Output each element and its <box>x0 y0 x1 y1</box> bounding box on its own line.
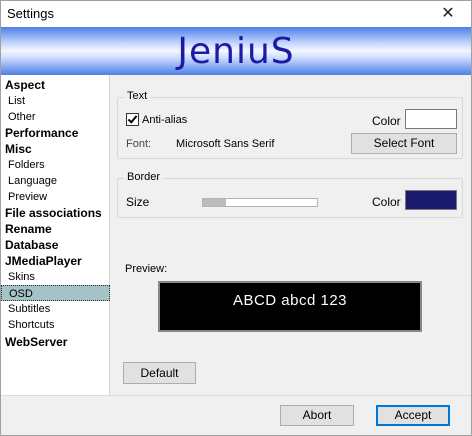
sidebar-item-subtitles[interactable]: Subtitles <box>1 301 110 317</box>
text-color-swatch[interactable] <box>405 109 457 129</box>
sidebar-item-skins[interactable]: Skins <box>1 269 110 285</box>
accept-button[interactable]: Accept <box>376 405 450 426</box>
sidebar-item-misc[interactable]: Misc <box>1 141 110 157</box>
select-font-button[interactable]: Select Font <box>351 133 457 154</box>
accept-button-label: Accept <box>394 408 432 422</box>
default-button[interactable]: Default <box>123 362 196 384</box>
preview-sample-text: ABCD abcd 123 <box>232 292 348 309</box>
select-font-label: Select Font <box>373 136 435 150</box>
sidebar-item-webserver[interactable]: WebServer <box>1 334 110 350</box>
border-color-swatch[interactable] <box>405 190 457 210</box>
osd-preview: ABCD abcd 123 <box>158 281 422 332</box>
sidebar-item-performance[interactable]: Performance <box>1 125 110 141</box>
text-color-label: Color <box>372 114 401 128</box>
border-group-title: Border <box>124 171 164 183</box>
sidebar-item-language[interactable]: Language <box>1 173 110 189</box>
close-icon: ✕ <box>441 5 455 22</box>
sidebar-item-other[interactable]: Other <box>1 109 110 125</box>
osd-settings-panel: Text Anti-alias Color Font: Microsoft Sa… <box>111 75 471 395</box>
sidebar-item-shortcuts[interactable]: Shortcuts <box>1 317 110 333</box>
border-size-label: Size <box>126 195 150 209</box>
sidebar-item-osd[interactable]: OSD <box>1 285 110 301</box>
preview-label: Preview: <box>125 263 168 275</box>
sidebar-item-folders[interactable]: Folders <box>1 157 110 173</box>
font-label: Font: <box>126 138 152 150</box>
sidebar-item-list[interactable]: List <box>1 93 110 109</box>
sidebar-item-rename[interactable]: Rename <box>1 221 110 237</box>
sidebar-item-jmediaplayer[interactable]: JMediaPlayer <box>1 253 110 269</box>
close-button[interactable]: ✕ <box>425 1 471 27</box>
border-color-label: Color <box>372 195 401 209</box>
settings-window: Settings ✕ JeniuS Aspect List Other Perform… <box>0 0 472 436</box>
dialog-footer: Abort Accept <box>1 395 471 435</box>
border-group: Border Size Color <box>117 171 463 218</box>
text-group: Text Anti-alias Color Font: Microsoft Sa… <box>117 90 463 159</box>
sidebar-item-file-associations[interactable]: File associations <box>1 205 110 221</box>
abort-button[interactable]: Abort <box>280 405 354 426</box>
default-button-label: Default <box>140 366 179 380</box>
window-title: Settings <box>7 6 54 21</box>
sidebar-item-aspect[interactable]: Aspect <box>1 77 110 93</box>
settings-nav-tree: Aspect List Other Performance Misc Folders Lan… <box>1 75 110 395</box>
sidebar-item-preview[interactable]: Preview <box>1 189 110 205</box>
sidebar-item-database[interactable]: Database <box>1 237 110 253</box>
abort-button-label: Abort <box>302 408 332 422</box>
check-mark-icon <box>127 113 138 124</box>
text-group-title: Text <box>124 90 151 102</box>
border-size-slider[interactable] <box>202 198 318 207</box>
app-banner: JeniuS <box>1 27 471 75</box>
antialias-label[interactable]: Anti-alias <box>142 114 187 126</box>
font-value: Microsoft Sans Serif <box>176 138 275 150</box>
antialias-checkbox[interactable] <box>126 113 139 126</box>
banner-logo-text: JeniuS <box>177 31 295 72</box>
title-bar: Settings ✕ <box>1 1 471 27</box>
border-size-slider-fill <box>203 199 226 206</box>
